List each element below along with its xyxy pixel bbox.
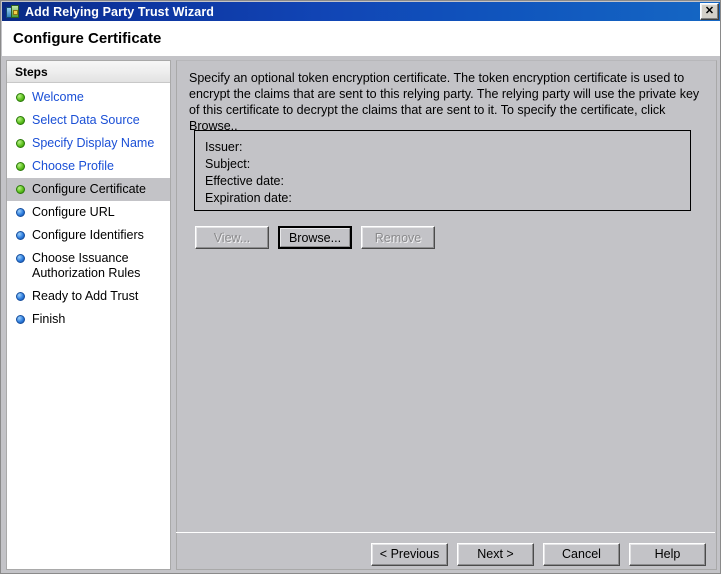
steps-heading: Steps — [7, 61, 170, 83]
sidebar-item-finish[interactable]: Finish — [7, 308, 170, 331]
step-bullet-blue-icon — [16, 208, 25, 217]
page-header: Configure Certificate — [2, 21, 720, 56]
sidebar-item-ready-to-add-trust[interactable]: Ready to Add Trust — [7, 285, 170, 308]
window-title: Add Relying Party Trust Wizard — [25, 4, 215, 19]
step-bullet-blue-icon — [16, 231, 25, 240]
step-bullet-green-icon — [16, 116, 25, 125]
sidebar-item-label: Finish — [32, 312, 66, 326]
help-button[interactable]: Help — [629, 542, 706, 566]
step-bullet-green-icon — [16, 185, 25, 194]
sidebar-item-label: Welcome — [32, 90, 84, 104]
sidebar-item-label: Configure URL — [32, 205, 115, 219]
wizard-icon — [5, 4, 21, 20]
sidebar-item-label: Configure Certificate — [32, 182, 146, 196]
sidebar-item-label: Configure Identifiers — [32, 228, 144, 242]
title-bar: Add Relying Party Trust Wizard ✕ — [2, 2, 720, 21]
certificate-issuer-row: Issuer: — [205, 140, 243, 154]
sidebar-item-configure-identifiers[interactable]: Configure Identifiers — [7, 224, 170, 247]
footer-separator — [176, 532, 715, 533]
dialog-body: Steps Welcome Select Data Source Specify… — [2, 56, 720, 573]
certificate-actions: View... Browse... Remove — [195, 226, 435, 249]
sidebar-item-specify-display-name[interactable]: Specify Display Name — [7, 132, 170, 155]
previous-button[interactable]: < Previous — [371, 542, 448, 566]
instructions-text: Specify an optional token encryption cer… — [189, 71, 700, 133]
content-pane: Specify an optional token encryption cer… — [176, 60, 717, 570]
certificate-details-box: Issuer: Subject: Effective date: Expirat… — [194, 130, 691, 211]
next-button[interactable]: Next > — [457, 542, 534, 566]
footer-button-bar: < Previous Next > Cancel Help — [176, 534, 715, 573]
sidebar-item-welcome[interactable]: Welcome — [7, 86, 170, 109]
sidebar-item-configure-certificate[interactable]: Configure Certificate — [7, 178, 170, 201]
browse-button-label: Browse... — [280, 228, 350, 247]
sidebar-item-configure-url[interactable]: Configure URL — [7, 201, 170, 224]
wizard-dialog: Add Relying Party Trust Wizard ✕ Configu… — [0, 0, 721, 574]
step-bullet-blue-icon — [16, 315, 25, 324]
remove-button[interactable]: Remove — [361, 226, 435, 249]
step-bullet-green-icon — [16, 162, 25, 171]
sidebar-item-label: Choose Profile — [32, 159, 114, 173]
certificate-expiration-date-row: Expiration date: — [205, 191, 292, 205]
sidebar-item-label: Ready to Add Trust — [32, 289, 139, 303]
step-bullet-blue-icon — [16, 292, 25, 301]
sidebar-item-choose-issuance-authorization-rules[interactable]: Choose Issuance Authorization Rules — [7, 247, 170, 285]
steps-sidebar: Steps Welcome Select Data Source Specify… — [6, 60, 171, 570]
cancel-button[interactable]: Cancel — [543, 542, 620, 566]
sidebar-item-label: Specify Display Name — [32, 136, 155, 150]
sidebar-item-label: Choose Issuance Authorization Rules — [32, 251, 141, 280]
step-bullet-green-icon — [16, 139, 25, 148]
browse-button[interactable]: Browse... — [278, 226, 352, 249]
view-button[interactable]: View... — [195, 226, 269, 249]
sidebar-item-select-data-source[interactable]: Select Data Source — [7, 109, 170, 132]
step-bullet-blue-icon — [16, 254, 25, 263]
sidebar-item-label: Select Data Source — [32, 113, 140, 127]
step-bullet-green-icon — [16, 93, 25, 102]
steps-heading-label: Steps — [15, 64, 48, 79]
close-icon[interactable]: ✕ — [700, 3, 719, 20]
page-title: Configure Certificate — [13, 30, 162, 47]
certificate-subject-row: Subject: — [205, 157, 251, 171]
certificate-effective-date-row: Effective date: — [205, 174, 284, 188]
sidebar-item-choose-profile[interactable]: Choose Profile — [7, 155, 170, 178]
steps-list: Welcome Select Data Source Specify Displ… — [7, 83, 170, 331]
